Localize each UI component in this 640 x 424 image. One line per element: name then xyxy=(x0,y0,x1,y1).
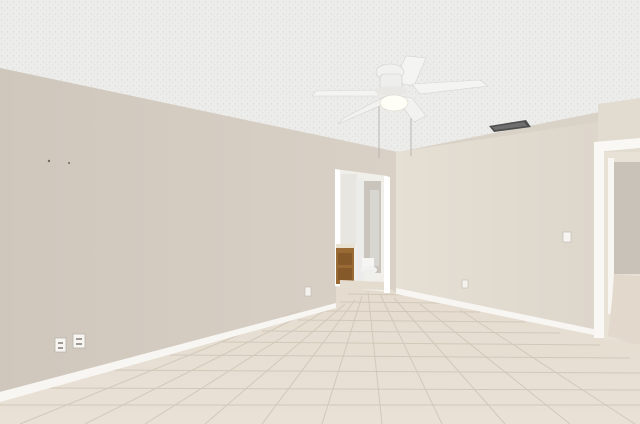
room-photo xyxy=(0,0,640,424)
fan-light xyxy=(379,94,409,112)
wall-mark xyxy=(68,162,70,164)
wall-mark xyxy=(47,159,51,163)
hallway-doorway xyxy=(594,138,640,345)
bathroom-doorway xyxy=(335,169,390,293)
light-switch xyxy=(562,231,572,243)
